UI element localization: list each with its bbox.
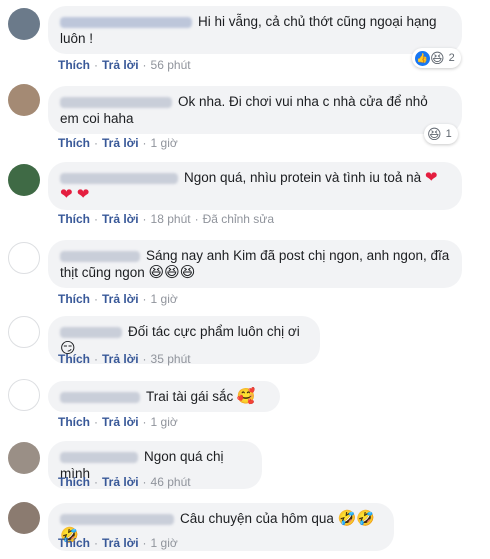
commenter-name-blurred[interactable] bbox=[60, 452, 138, 464]
reply-link[interactable]: Trả lời bbox=[102, 475, 139, 489]
reply-link[interactable]: Trả lời bbox=[102, 292, 139, 306]
comment-bubble: Trai tài gái sắc 🥰 bbox=[48, 381, 280, 412]
comment-actions: Thích · Trả lời · 1 giờ bbox=[58, 136, 178, 150]
reply-link[interactable]: Trả lời bbox=[102, 536, 139, 550]
commenter-name-blurred[interactable] bbox=[60, 97, 172, 109]
avatar[interactable] bbox=[8, 379, 40, 411]
commenter-name-blurred[interactable] bbox=[60, 514, 174, 526]
comment-actions: Thích · Trả lời · 1 giờ bbox=[58, 415, 178, 429]
avatar[interactable] bbox=[8, 242, 40, 274]
comment-bubble: Hi hi vẫng, cả chủ thớt cũng ngoại hạng … bbox=[48, 6, 462, 54]
reaction-count: 1 bbox=[445, 128, 452, 140]
smiling-hearts-emoji-icon: 🥰 bbox=[236, 388, 256, 405]
reply-link[interactable]: Trả lời bbox=[102, 136, 139, 150]
avatar[interactable] bbox=[8, 502, 40, 534]
like-link[interactable]: Thích bbox=[58, 212, 90, 226]
timestamp[interactable]: 1 giờ bbox=[151, 292, 178, 306]
comment-8: Câu chuyện của hôm qua 🤣🤣🤣 Thích · Trả lời… bbox=[0, 496, 490, 559]
timestamp[interactable]: 35 phút bbox=[151, 352, 191, 366]
comment-bubble: Ok nha. Đi chơi vui nha c nhà cửa để nhỏ… bbox=[48, 86, 462, 134]
like-link[interactable]: Thích bbox=[58, 415, 90, 429]
edited-label[interactable]: Đã chỉnh sửa bbox=[203, 212, 274, 226]
reaction-summary[interactable]: 😆 1 bbox=[424, 124, 458, 144]
timestamp[interactable]: 1 giờ bbox=[151, 536, 178, 550]
laughing-emoji-icon: 😆😆😆 bbox=[148, 264, 196, 281]
timestamp[interactable]: 18 phút bbox=[151, 212, 191, 226]
timestamp[interactable]: 1 giờ bbox=[151, 415, 178, 429]
avatar[interactable] bbox=[8, 316, 40, 348]
avatar[interactable] bbox=[8, 8, 40, 40]
commenter-name-blurred[interactable] bbox=[60, 327, 122, 339]
reaction-count: 2 bbox=[448, 52, 455, 64]
comment-text: Ngon quá, nhìu protein và tình iu toả nà bbox=[184, 170, 422, 185]
comment-7: Ngon quá chị mình Thích · Trả lời · 46 phút bbox=[0, 436, 490, 496]
avatar[interactable] bbox=[8, 164, 40, 196]
comment-5: Đối tác cực phẩm luôn chị ơi😏 Thích · Trả … bbox=[0, 314, 490, 376]
like-icon: 👍 bbox=[415, 50, 430, 66]
laughing-emoji-icon: 😆 bbox=[430, 50, 445, 66]
commenter-name-blurred[interactable] bbox=[60, 251, 140, 263]
comment-text: Câu chuyện của hôm qua bbox=[180, 511, 334, 526]
commenter-name-blurred[interactable] bbox=[60, 173, 178, 185]
comment-2: Ok nha. Đi chơi vui nha c nhà cửa để nhỏ… bbox=[0, 80, 490, 158]
reply-link[interactable]: Trả lời bbox=[102, 352, 139, 366]
reply-link[interactable]: Trả lời bbox=[102, 58, 139, 72]
comment-6: Trai tài gái sắc 🥰 Thích · Trả lời · 1 giờ bbox=[0, 376, 490, 436]
comment-bubble: Sáng nay anh Kim đã post chị ngon, anh n… bbox=[48, 240, 462, 288]
like-link[interactable]: Thích bbox=[58, 136, 90, 150]
commenter-name-blurred[interactable] bbox=[60, 392, 140, 404]
comment-text: Đối tác cực phẩm luôn chị ơi bbox=[128, 324, 300, 339]
timestamp[interactable]: 1 giờ bbox=[151, 136, 178, 150]
like-link[interactable]: Thích bbox=[58, 292, 90, 306]
comment-bubble: Ngon quá, nhìu protein và tình iu toả nà… bbox=[48, 162, 462, 210]
comment-actions: Thích · Trả lời · 46 phút bbox=[58, 475, 191, 489]
laughing-emoji-icon: 😆 bbox=[427, 126, 442, 142]
comment-3: Ngon quá, nhìu protein và tình iu toả nà… bbox=[0, 158, 490, 234]
comment-text: Trai tài gái sắc bbox=[146, 389, 234, 404]
like-link[interactable]: Thích bbox=[58, 536, 90, 550]
comment-actions: Thích · Trả lời · 18 phút · Đã chỉnh sửa bbox=[58, 212, 274, 226]
avatar[interactable] bbox=[8, 442, 40, 474]
comment-actions: Thích · Trả lời · 35 phút bbox=[58, 352, 191, 366]
comment-actions: Thích · Trả lời · 56 phút bbox=[58, 58, 191, 72]
like-link[interactable]: Thích bbox=[58, 58, 90, 72]
comment-actions: Thích · Trả lời · 1 giờ bbox=[58, 536, 178, 550]
comment-4: Sáng nay anh Kim đã post chị ngon, anh n… bbox=[0, 234, 490, 314]
timestamp[interactable]: 56 phút bbox=[151, 58, 191, 72]
commenter-name-blurred[interactable] bbox=[60, 17, 192, 29]
comment-1: Hi hi vẫng, cả chủ thớt cũng ngoại hạng … bbox=[0, 0, 490, 80]
reply-link[interactable]: Trả lời bbox=[102, 212, 139, 226]
like-link[interactable]: Thích bbox=[58, 475, 90, 489]
reaction-summary[interactable]: 👍 😆 2 bbox=[412, 48, 461, 68]
like-link[interactable]: Thích bbox=[58, 352, 90, 366]
timestamp[interactable]: 46 phút bbox=[151, 475, 191, 489]
comment-actions: Thích · Trả lời · 1 giờ bbox=[58, 292, 178, 306]
avatar[interactable] bbox=[8, 84, 40, 116]
reply-link[interactable]: Trả lời bbox=[102, 415, 139, 429]
